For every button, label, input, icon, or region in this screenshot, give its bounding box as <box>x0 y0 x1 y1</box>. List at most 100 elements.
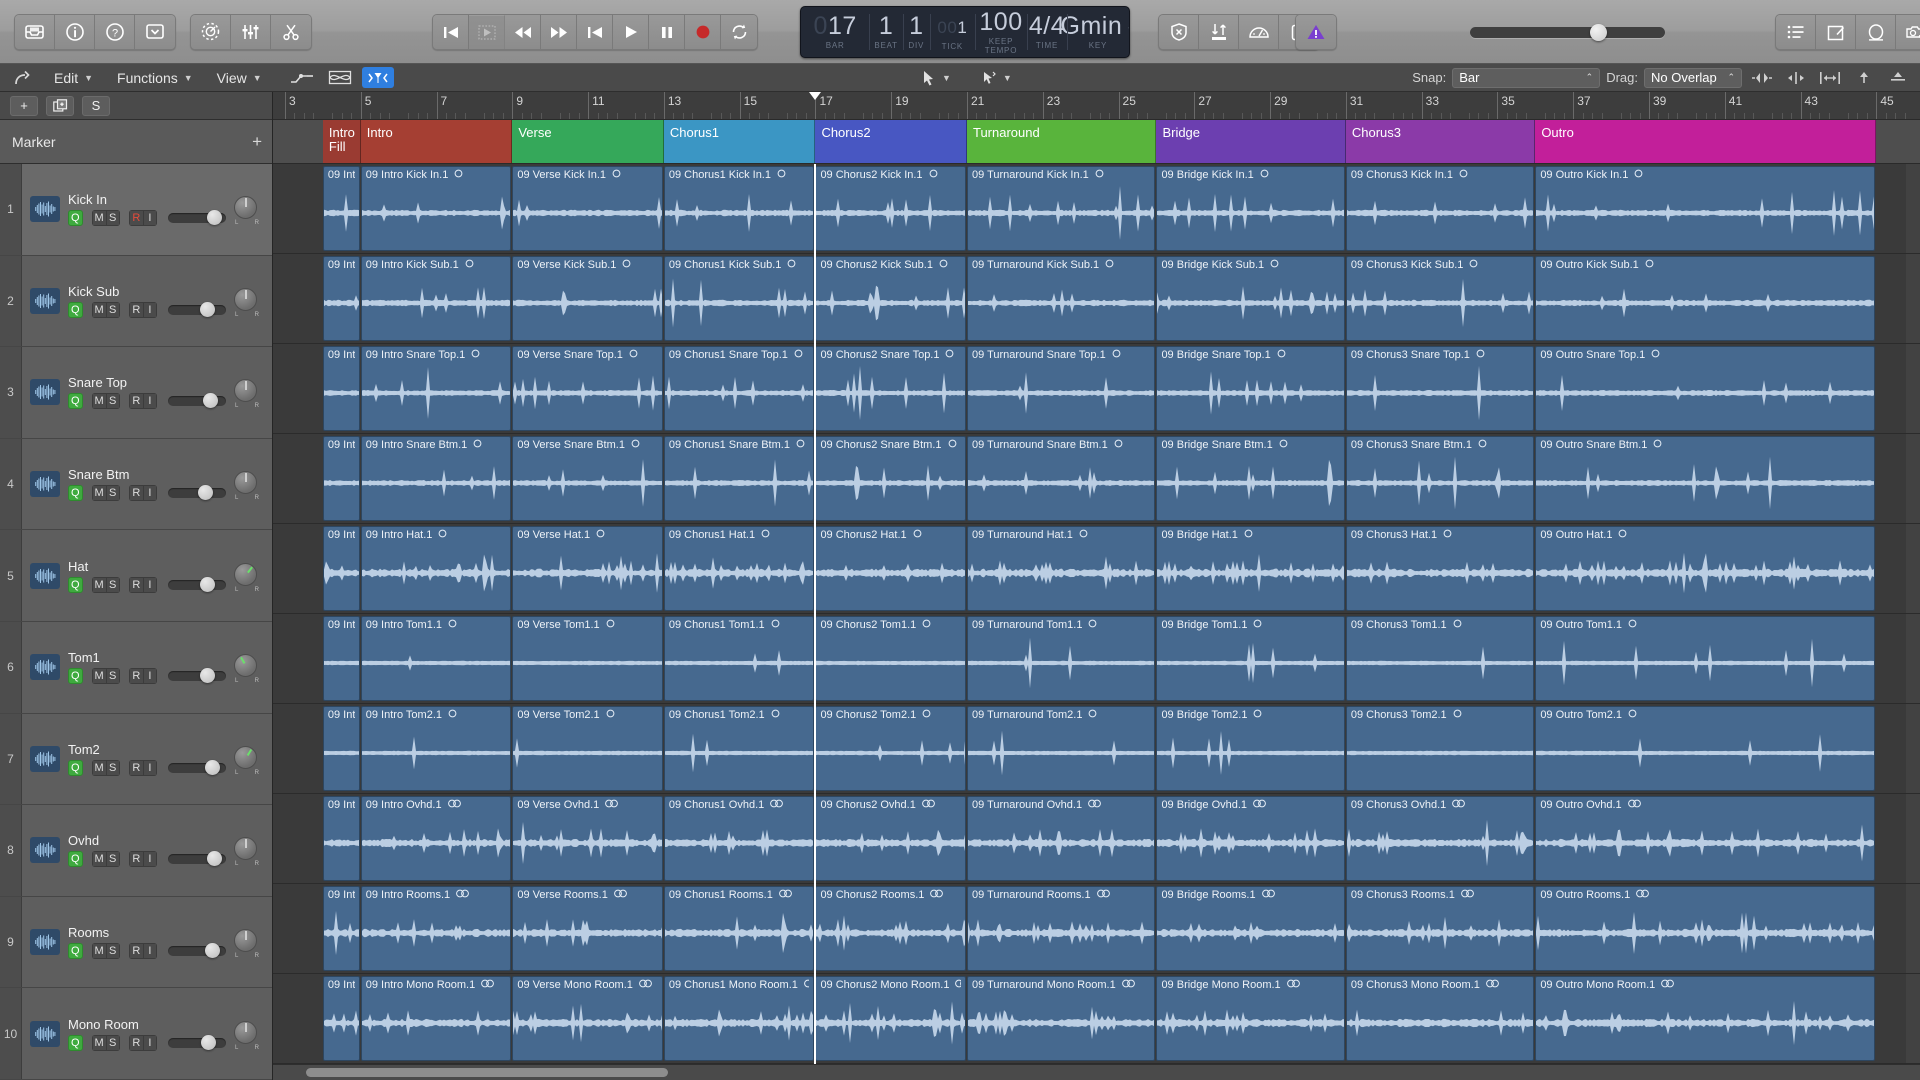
add-marker-button[interactable]: + <box>252 132 262 152</box>
menu-functions[interactable]: Functions▼ <box>105 67 205 89</box>
record-enable-button[interactable]: R <box>129 485 143 501</box>
lcd-div[interactable]: 1 DIV <box>903 7 930 57</box>
volume-slider[interactable] <box>168 396 226 406</box>
region[interactable]: 09 Bridge Kick Sub.1 <box>1156 256 1344 341</box>
audio-track-icon[interactable] <box>30 1021 60 1047</box>
pan-knob[interactable]: LR <box>234 929 260 955</box>
audio-track-icon[interactable] <box>30 837 60 863</box>
region[interactable]: 09 Outro Mono Room.1 <box>1535 976 1875 1061</box>
input-monitor-button[interactable]: I <box>143 210 157 226</box>
catch-playhead-icon[interactable] <box>1850 67 1878 89</box>
record-enable-button[interactable]: R <box>129 668 143 684</box>
audio-track-icon[interactable] <box>30 379 60 405</box>
audio-track-icon[interactable] <box>30 288 60 314</box>
help-icon[interactable]: ? <box>95 15 135 49</box>
region[interactable]: 09 Int <box>323 886 360 971</box>
solo-button[interactable]: S <box>106 210 120 226</box>
mute-button[interactable]: M <box>92 577 106 593</box>
pan-knob[interactable]: LR <box>234 1021 260 1047</box>
audio-track-icon[interactable] <box>30 196 60 222</box>
track-header-tom2[interactable]: 7Tom2QMSRILR <box>0 714 272 806</box>
region[interactable]: 09 Verse Hat.1 <box>512 526 663 611</box>
region[interactable]: 09 Outro Tom2.1 <box>1535 706 1875 791</box>
add-track-button[interactable]: + <box>10 96 38 116</box>
bar-ruler[interactable]: 3579111315171921232527293133353739414345 <box>273 92 1920 120</box>
track-header-hat[interactable]: 5HatQMSRILR <box>0 530 272 622</box>
toolbar-icon[interactable] <box>135 15 175 49</box>
region[interactable]: 09 Chorus3 Tom2.1 <box>1346 706 1534 791</box>
volume-slider[interactable] <box>168 763 226 773</box>
arrangement-marker-intro[interactable]: Intro <box>361 120 513 163</box>
record-enable-button[interactable]: R <box>129 210 143 226</box>
pan-knob[interactable]: LR <box>234 471 260 497</box>
input-monitor-button[interactable]: I <box>143 851 157 867</box>
automation-icon[interactable] <box>286 67 318 88</box>
notes-icon[interactable] <box>1816 15 1856 49</box>
track-header-snare-top[interactable]: 3Snare TopQMSRILR <box>0 347 272 439</box>
region[interactable]: 09 Chorus3 Snare Btm.1 <box>1346 436 1534 521</box>
region[interactable]: 09 Chorus1 Kick Sub.1 <box>664 256 815 341</box>
input-monitor-button[interactable]: I <box>143 668 157 684</box>
region[interactable]: 09 Intro Ovhd.1 <box>361 796 512 881</box>
arrangement-marker-chorus1[interactable]: Chorus1 <box>664 120 816 163</box>
record-button[interactable] <box>685 15 721 49</box>
region[interactable]: 09 Bridge Snare Btm.1 <box>1156 436 1344 521</box>
region[interactable]: 09 Outro Snare Top.1 <box>1535 346 1875 431</box>
snap-select[interactable]: Bar⌃ <box>1452 68 1600 88</box>
pause-button[interactable] <box>649 15 685 49</box>
volume-slider[interactable] <box>168 305 226 315</box>
region[interactable]: 09 Turnaround Hat.1 <box>967 526 1155 611</box>
info-icon[interactable] <box>55 15 95 49</box>
mute-button[interactable]: M <box>92 485 106 501</box>
region[interactable]: 09 Chorus1 Tom1.1 <box>664 616 815 701</box>
volume-slider-knob[interactable] <box>205 760 220 775</box>
pan-knob[interactable]: LR <box>234 563 260 589</box>
mute-button[interactable]: M <box>92 393 106 409</box>
region[interactable]: 09 Intro Tom1.1 <box>361 616 512 701</box>
arrangement-marker-bridge[interactable]: Bridge <box>1156 120 1345 163</box>
arrangement-marker-chorus2[interactable]: Chorus2 <box>815 120 967 163</box>
region[interactable]: 09 Chorus1 Hat.1 <box>664 526 815 611</box>
quantize-button[interactable]: Q <box>68 760 83 776</box>
region[interactable]: 09 Turnaround Snare Btm.1 <box>967 436 1155 521</box>
lcd-tick[interactable]: 001 TICK <box>930 7 975 57</box>
region[interactable]: 09 Chorus3 Kick In.1 <box>1346 166 1534 251</box>
volume-slider-knob[interactable] <box>203 393 218 408</box>
play-button[interactable] <box>613 15 649 49</box>
arrangement-marker-intro-fill[interactable]: IntroFill <box>323 120 361 163</box>
region[interactable]: 09 Intro Kick Sub.1 <box>361 256 512 341</box>
loops-icon[interactable] <box>1856 15 1896 49</box>
scissors-icon[interactable] <box>271 15 311 49</box>
region[interactable]: 09 Outro Tom1.1 <box>1535 616 1875 701</box>
input-monitor-button[interactable]: I <box>143 485 157 501</box>
lcd-bar[interactable]: 017 BAR <box>801 7 869 57</box>
input-monitor-button[interactable]: I <box>143 393 157 409</box>
track-header-snare-btm[interactable]: 4Snare BtmQMSRILR <box>0 439 272 531</box>
align-icon[interactable] <box>1782 67 1810 89</box>
region[interactable]: 09 Intro Snare Btm.1 <box>361 436 512 521</box>
undo-icon[interactable] <box>0 70 42 86</box>
region-canvas[interactable]: 09 Int09 Intro Kick In.109 Verse Kick In… <box>273 164 1920 1064</box>
horizontal-scrollbar[interactable] <box>273 1064 1920 1080</box>
region[interactable]: 09 Chorus1 Snare Btm.1 <box>664 436 815 521</box>
volume-slider[interactable] <box>168 488 226 498</box>
lcd-beat[interactable]: 1 BEAT <box>869 7 903 57</box>
solo-button[interactable]: S <box>106 302 120 318</box>
record-enable-button[interactable]: R <box>129 302 143 318</box>
menu-view[interactable]: View▼ <box>205 67 274 89</box>
mute-button[interactable]: M <box>92 210 106 226</box>
region[interactable]: 09 Bridge Rooms.1 <box>1156 886 1344 971</box>
pan-knob[interactable]: LR <box>234 746 260 772</box>
duplicate-track-button[interactable] <box>46 96 74 116</box>
input-monitor-button[interactable]: I <box>143 577 157 593</box>
lcd-key[interactable]: Gmin⌄ KEY <box>1067 7 1129 57</box>
region[interactable]: 09 Outro Rooms.1 <box>1535 886 1875 971</box>
volume-slider[interactable] <box>168 671 226 681</box>
arrangement-marker-verse[interactable]: Verse <box>512 120 664 163</box>
rewind-button[interactable] <box>505 15 541 49</box>
input-monitor-button[interactable]: I <box>143 302 157 318</box>
region[interactable]: 09 Intro Kick In.1 <box>361 166 512 251</box>
track-header-ovhd[interactable]: 8OvhdQMSRILR <box>0 805 272 897</box>
solo-button[interactable]: S <box>106 760 120 776</box>
quantize-button[interactable]: Q <box>68 577 83 593</box>
